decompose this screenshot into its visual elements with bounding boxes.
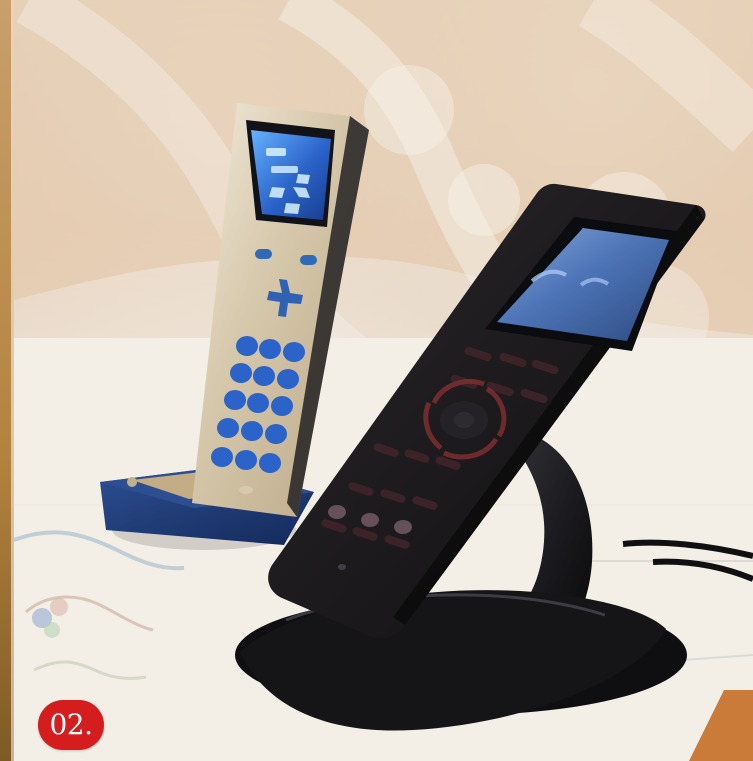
number-badge: 02. (38, 700, 104, 750)
remote-controls-photo (14, 0, 753, 761)
photo-illustration (14, 0, 753, 761)
photo-page: 02. (0, 0, 753, 761)
left-edge-strip (0, 0, 14, 761)
number-badge-label: 02. (49, 708, 93, 741)
